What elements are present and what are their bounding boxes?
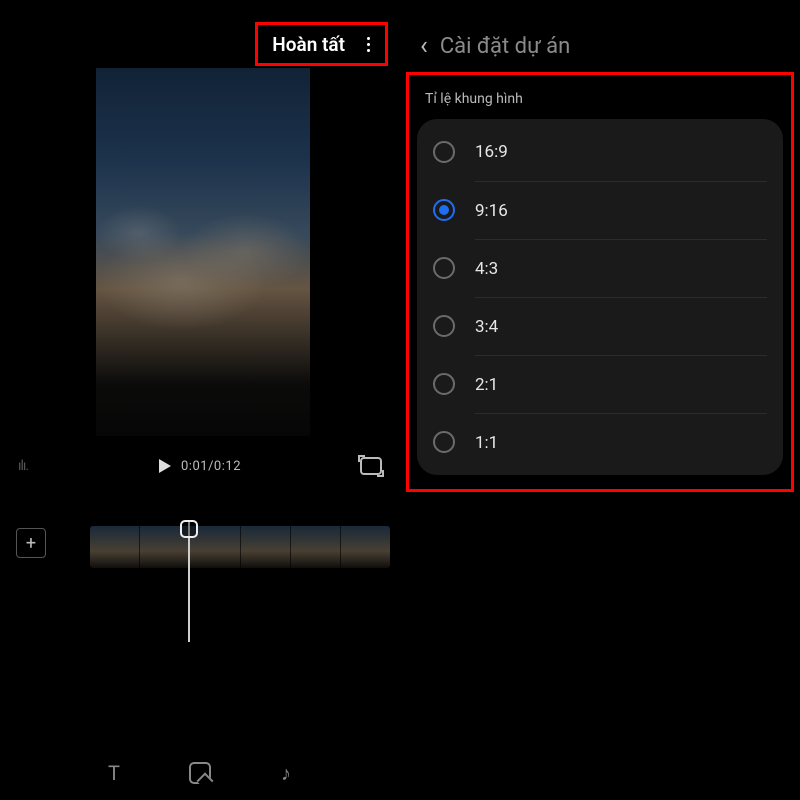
playhead-handle-icon[interactable] xyxy=(180,520,198,538)
bottom-toolbar: T ♪ xyxy=(0,760,400,786)
timeline[interactable]: + xyxy=(0,516,400,576)
play-icon[interactable] xyxy=(159,459,171,473)
radio-icon[interactable] xyxy=(433,257,455,279)
aspect-ratio-option-label: 1:1 xyxy=(475,433,498,453)
editor-pane: Hoàn tất ılı. 0:01/0:12 + T ♪ xyxy=(0,0,400,800)
text-tool-icon[interactable]: T xyxy=(101,760,127,786)
time-display: 0:01/0:12 xyxy=(181,459,241,474)
aspect-ratio-option[interactable]: 4:3 xyxy=(417,239,783,297)
project-settings-pane: ‹ Cài đặt dự án Tỉ lệ khung hình 16:9 9:1… xyxy=(400,0,800,800)
aspect-ratio-option[interactable]: 3:4 xyxy=(417,297,783,355)
settings-header: ‹ Cài đặt dự án xyxy=(400,26,800,66)
radio-icon[interactable] xyxy=(433,199,455,221)
aspect-ratio-option-label: 16:9 xyxy=(475,142,508,162)
aspect-ratio-option[interactable]: 1:1 xyxy=(417,413,783,471)
done-button[interactable]: Hoàn tất xyxy=(272,33,345,56)
aspect-ratio-highlight: Tỉ lệ khung hình 16:9 9:16 4:3 3:4 2:1 1:1 xyxy=(406,72,794,492)
radio-icon[interactable] xyxy=(433,141,455,163)
sticker-tool-icon[interactable] xyxy=(187,760,213,786)
aspect-ratio-option[interactable]: 9:16 xyxy=(417,181,783,239)
fullscreen-icon[interactable] xyxy=(360,457,382,475)
aspect-ratio-option-label: 9:16 xyxy=(475,201,508,221)
volume-levels-icon[interactable]: ılı. xyxy=(18,458,28,474)
music-tool-icon[interactable]: ♪ xyxy=(273,760,299,786)
more-menu-icon[interactable] xyxy=(359,37,377,52)
aspect-ratio-option[interactable]: 2:1 xyxy=(417,355,783,413)
aspect-ratio-option-label: 4:3 xyxy=(475,259,498,279)
done-highlight: Hoàn tất xyxy=(255,22,388,66)
back-icon[interactable]: ‹ xyxy=(420,33,428,59)
video-preview[interactable] xyxy=(96,68,310,436)
aspect-ratio-option[interactable]: 16:9 xyxy=(417,123,783,181)
clip-track[interactable] xyxy=(90,526,390,568)
aspect-ratio-list: 16:9 9:16 4:3 3:4 2:1 1:1 xyxy=(417,119,783,475)
add-clip-button[interactable]: + xyxy=(16,528,46,558)
aspect-ratio-section-label: Tỉ lệ khung hình xyxy=(425,91,783,107)
settings-title: Cài đặt dự án xyxy=(440,34,570,59)
aspect-ratio-option-label: 2:1 xyxy=(475,375,498,395)
radio-icon[interactable] xyxy=(433,431,455,453)
playhead[interactable] xyxy=(188,522,190,642)
transport-bar: ılı. 0:01/0:12 xyxy=(0,448,400,484)
editor-header: Hoàn tất xyxy=(0,22,400,66)
aspect-ratio-option-label: 3:4 xyxy=(475,317,498,337)
radio-icon[interactable] xyxy=(433,315,455,337)
radio-icon[interactable] xyxy=(433,373,455,395)
